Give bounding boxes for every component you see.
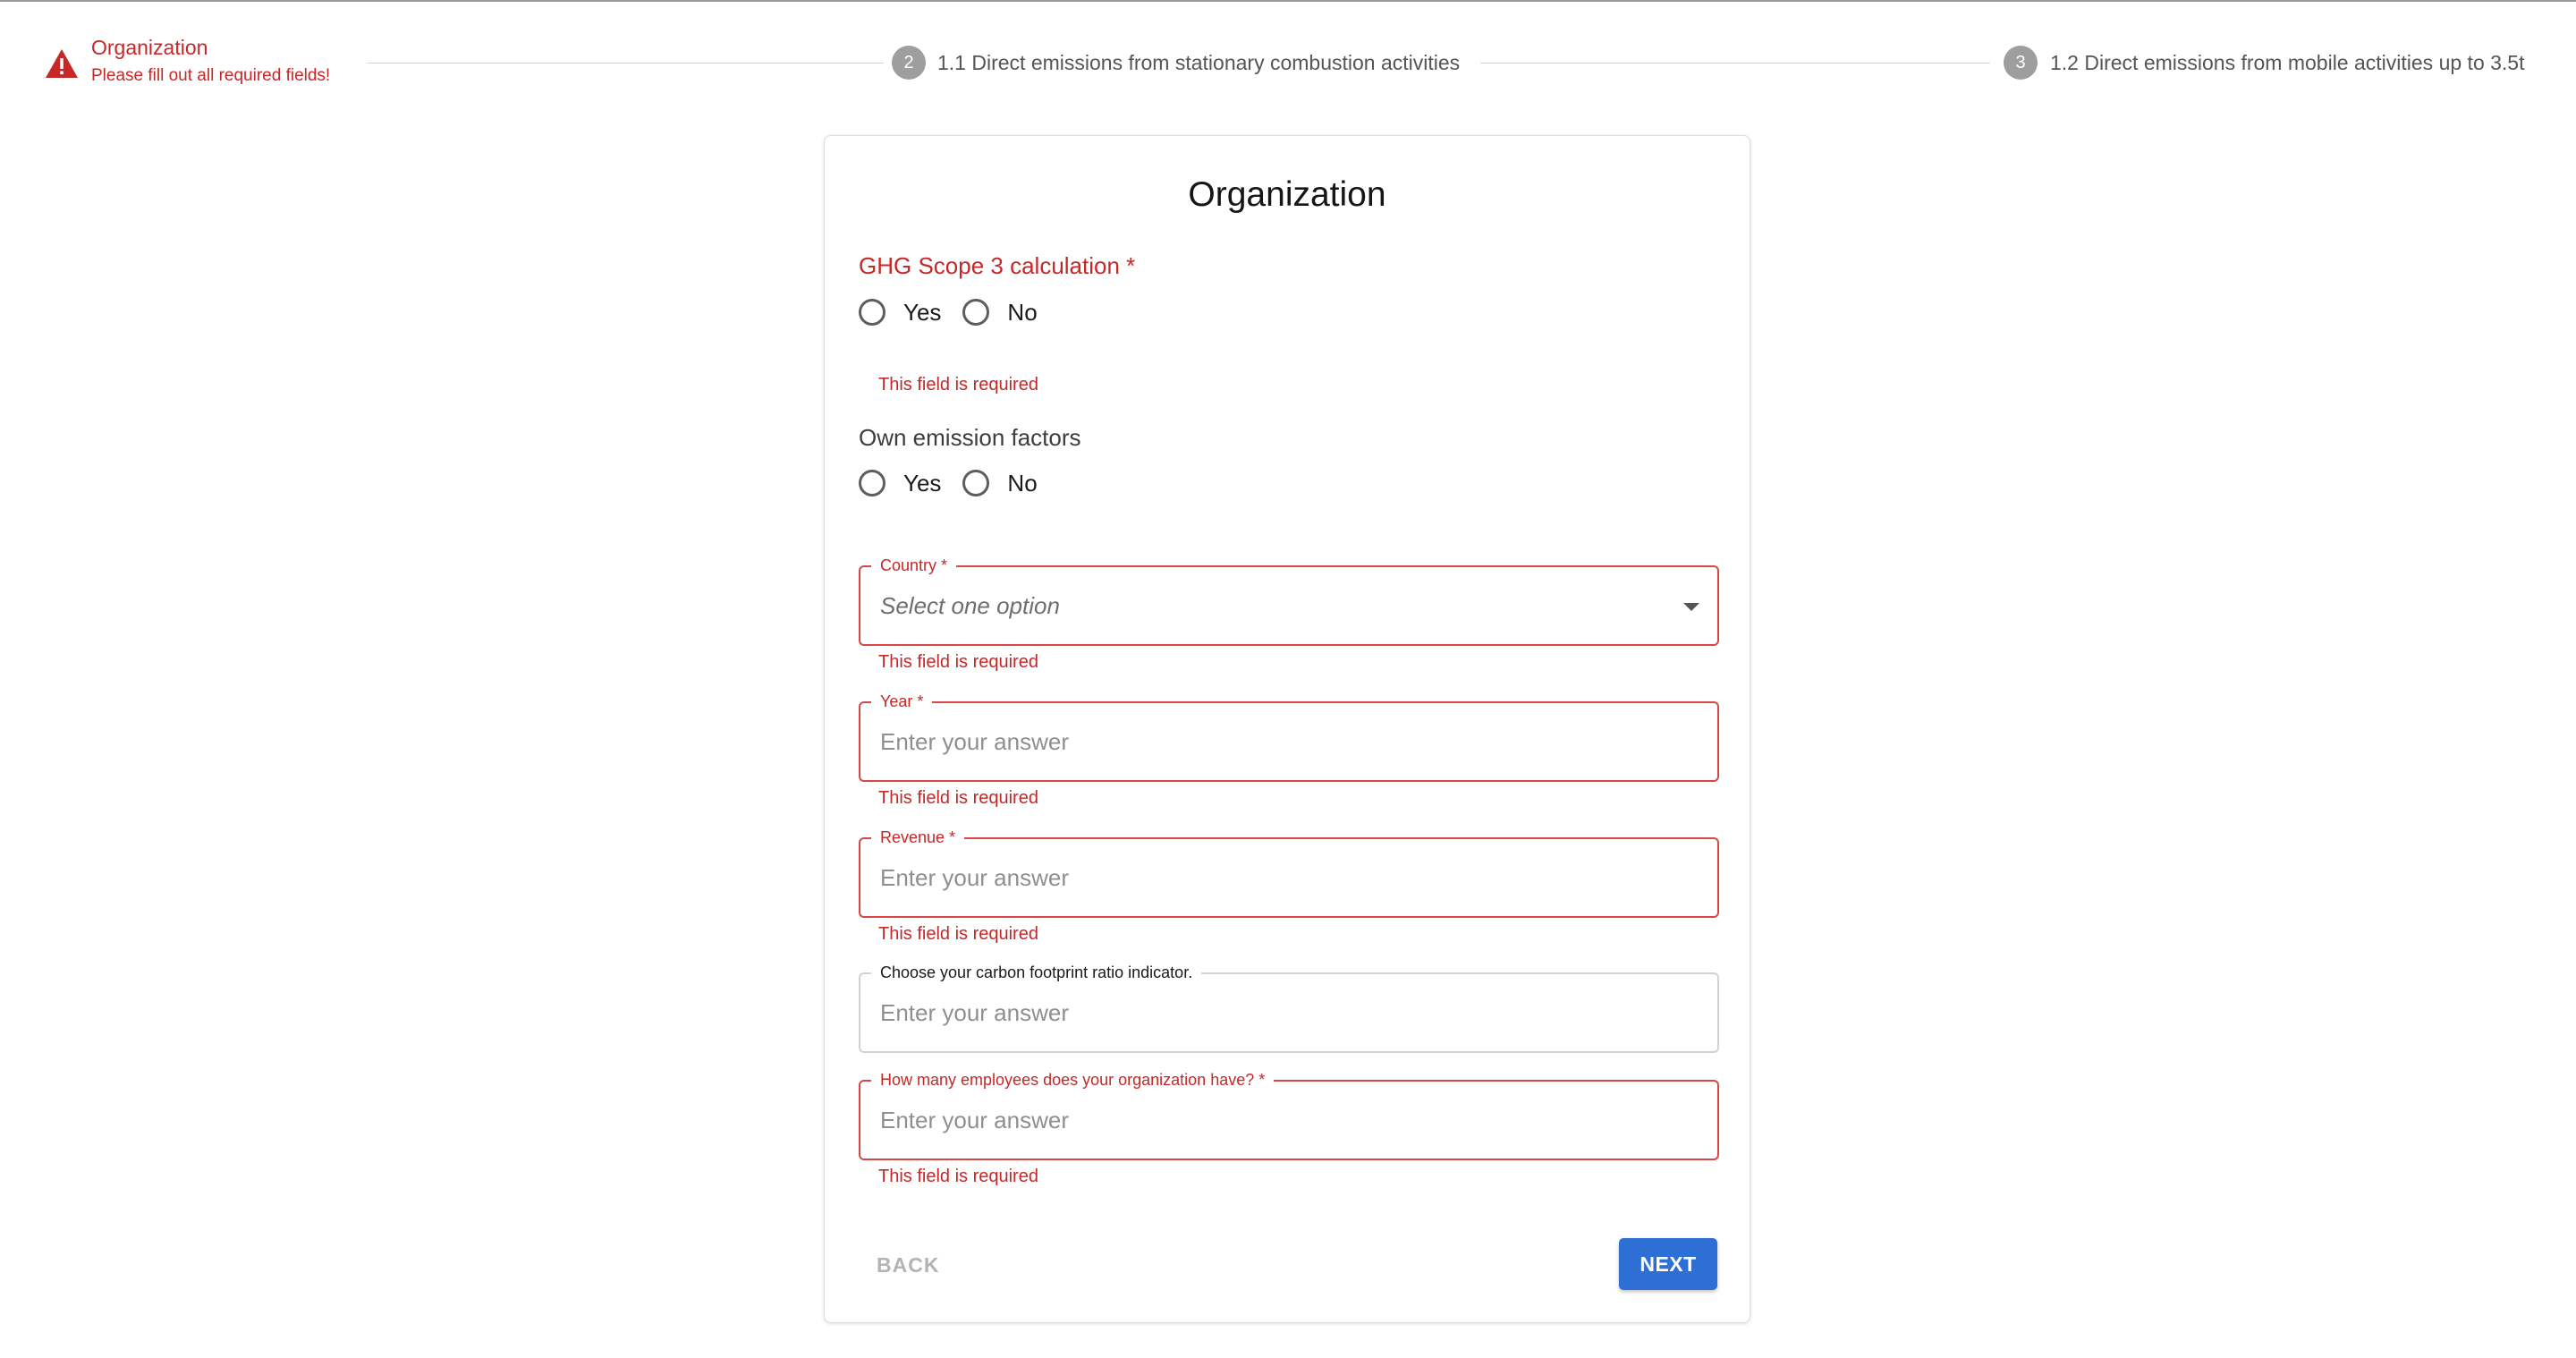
back-button[interactable]: BACK bbox=[877, 1253, 939, 1277]
ratio-indicator-input[interactable]: Choose your carbon footprint ratio indic… bbox=[859, 962, 1719, 1053]
revenue-input[interactable]: Revenue * Enter your answer bbox=[859, 827, 1719, 918]
employees-placeholder: Enter your answer bbox=[880, 1107, 1069, 1133]
form-title: Organization bbox=[1188, 175, 1386, 214]
revenue-placeholder: Enter your answer bbox=[880, 864, 1069, 891]
chevron-down-icon[interactable] bbox=[1683, 603, 1699, 611]
ratio-indicator-label: Choose your carbon footprint ratio indic… bbox=[871, 962, 1202, 983]
year-error: This field is required bbox=[878, 788, 1038, 808]
step-3-label[interactable]: 1.2 Direct emissions from mobile activit… bbox=[2050, 51, 2524, 75]
country-error: This field is required bbox=[878, 652, 1038, 672]
step-2-number[interactable]: 2 bbox=[892, 46, 926, 80]
ghg-scope-error: This field is required bbox=[878, 375, 1038, 395]
own-factors-label: Own emission factors bbox=[859, 424, 1081, 451]
radio-label: No bbox=[1007, 298, 1038, 326]
warning-icon bbox=[46, 49, 78, 78]
stepper-connector bbox=[367, 63, 884, 64]
radio-circle-icon[interactable] bbox=[859, 299, 886, 326]
ghg-scope-label: GHG Scope 3 calculation * bbox=[859, 252, 1136, 279]
country-select[interactable]: Country * Select one option bbox=[859, 555, 1719, 646]
year-label: Year * bbox=[871, 691, 933, 712]
country-label: Country * bbox=[871, 555, 957, 576]
stepper-connector bbox=[1480, 63, 1990, 64]
ghg-scope-no-radio[interactable]: No bbox=[962, 298, 1038, 327]
radio-circle-icon[interactable] bbox=[859, 470, 886, 497]
step-1-error-message: Please fill out all required fields! bbox=[91, 66, 331, 85]
stepper: Organization Please fill out all require… bbox=[0, 0, 2576, 125]
year-input[interactable]: Year * Enter your answer bbox=[859, 691, 1719, 782]
radio-label: No bbox=[1007, 469, 1038, 497]
employees-error: This field is required bbox=[878, 1167, 1038, 1186]
year-placeholder: Enter your answer bbox=[880, 728, 1069, 755]
own-factors-yes-radio[interactable]: Yes bbox=[859, 470, 941, 497]
country-placeholder: Select one option bbox=[880, 592, 1060, 619]
step-3-number[interactable]: 3 bbox=[2004, 46, 2038, 80]
employees-input[interactable]: How many employees does your organizatio… bbox=[859, 1069, 1719, 1160]
revenue-label: Revenue * bbox=[871, 827, 965, 848]
own-factors-radio-group: Yes No bbox=[859, 467, 1059, 499]
organization-form-card: Organization GHG Scope 3 calculation * Y… bbox=[824, 135, 1750, 1323]
radio-label: Yes bbox=[903, 469, 942, 497]
ghg-scope-radio-group: Yes No bbox=[859, 296, 1059, 328]
employees-label: How many employees does your organizatio… bbox=[871, 1069, 1275, 1091]
next-button[interactable]: NEXT bbox=[1619, 1238, 1717, 1290]
step-1-title[interactable]: Organization bbox=[91, 36, 208, 60]
ratio-indicator-placeholder: Enter your answer bbox=[880, 999, 1069, 1026]
ghg-scope-yes-radio[interactable]: Yes bbox=[859, 299, 941, 327]
revenue-error: This field is required bbox=[878, 924, 1038, 944]
radio-circle-icon[interactable] bbox=[962, 470, 990, 497]
step-2-label[interactable]: 1.1 Direct emissions from stationary com… bbox=[937, 51, 1460, 75]
own-factors-no-radio[interactable]: No bbox=[962, 469, 1038, 497]
radio-circle-icon[interactable] bbox=[962, 299, 990, 326]
radio-label: Yes bbox=[903, 298, 942, 326]
